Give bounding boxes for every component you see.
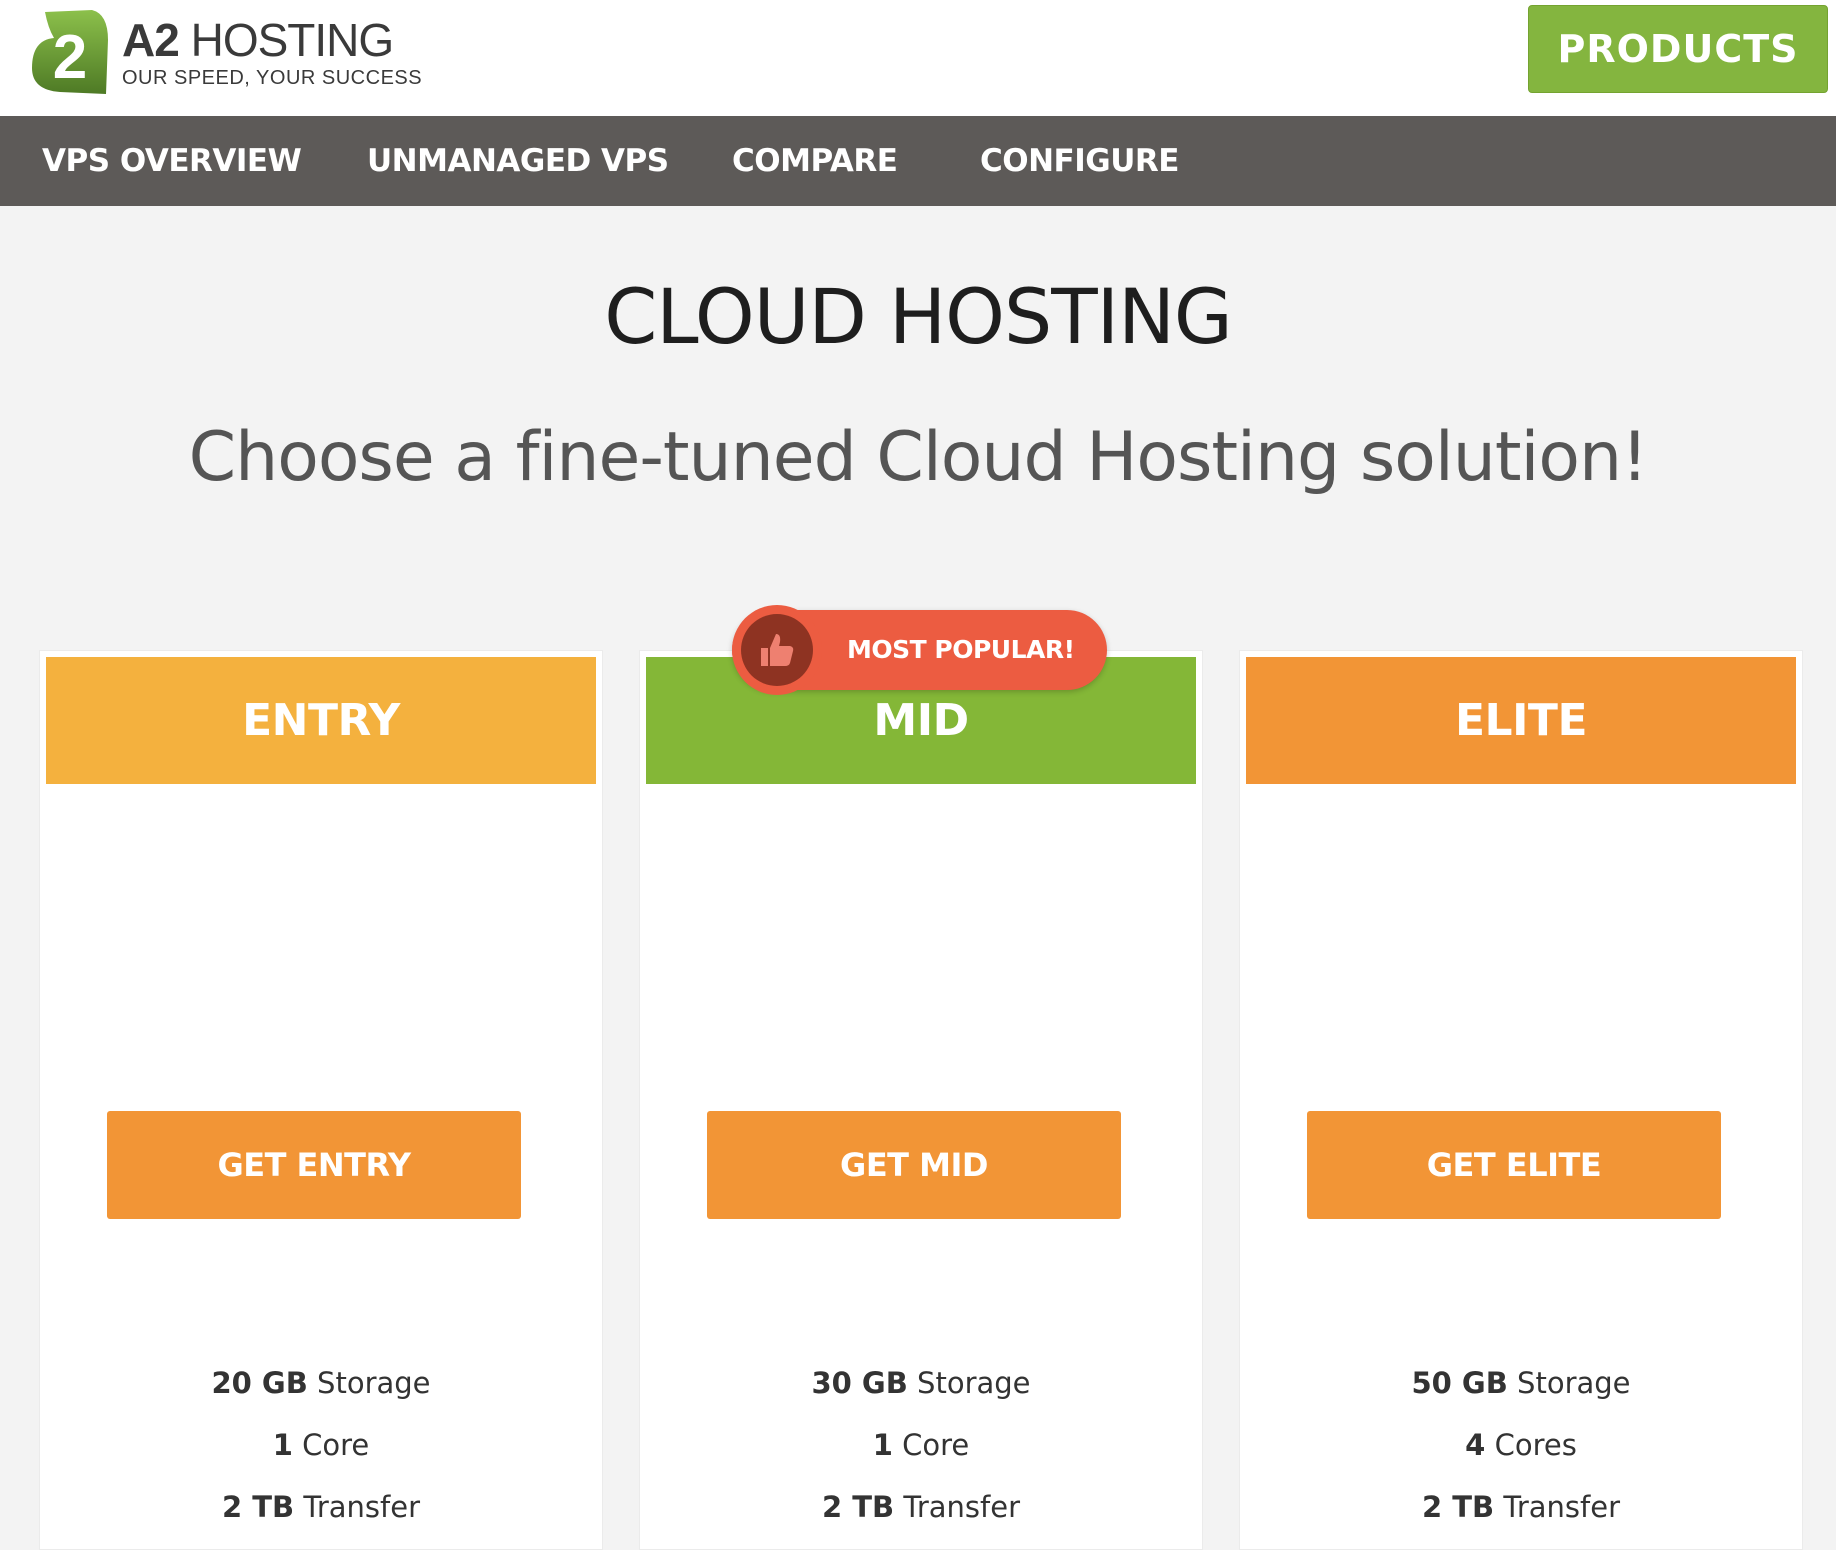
nav-unmanaged-vps[interactable]: UNMANAGED VPS [367,116,669,206]
plan-feature-storage: 30 GB Storage [811,1366,1031,1400]
plan-feature-transfer: 2 TB Transfer [1422,1490,1620,1524]
plan-feature-cores: 4 Cores [1465,1428,1577,1462]
plan-feature-storage: 50 GB Storage [1411,1366,1631,1400]
most-popular-badge: MOST POPULAR! [732,605,1107,695]
products-button[interactable]: PRODUCTS [1528,5,1828,93]
plan-feature-cores: 1 Core [872,1428,970,1462]
get-elite-button[interactable]: GET ELITE [1307,1111,1721,1219]
nav-vps-overview[interactable]: VPS OVERVIEW [42,116,302,206]
header: 2 A2 HOSTING OUR SPEED, YOUR SUCCESS PRO… [0,0,1836,116]
main-nav: VPS OVERVIEW UNMANAGED VPS COMPARE CONFI… [0,116,1836,206]
a2-logo-icon: 2 [32,10,108,94]
svg-text:2: 2 [53,23,87,92]
brand-tagline: OUR SPEED, YOUR SUCCESS [122,66,423,89]
thumbs-up-icon [761,634,794,666]
plan-card-mid: MID GET MID 30 GB Storage 1 Core 2 TB Tr… [639,650,1203,1550]
page-title: CLOUD HOSTING [604,272,1233,361]
plan-feature-transfer: 2 TB Transfer [822,1490,1020,1524]
plan-name: ELITE [1246,657,1796,784]
a2-hosting-logo[interactable]: 2 A2 HOSTING OUR SPEED, YOUR SUCCESS [30,10,422,96]
page-subtitle: Choose a fine-tuned Cloud Hosting soluti… [188,418,1649,497]
plan-feature-storage: 20 GB Storage [211,1366,431,1400]
get-entry-button[interactable]: GET ENTRY [107,1111,521,1219]
badge-label: MOST POPULAR! [847,635,1075,664]
brand-name: A2 HOSTING [122,13,394,66]
nav-configure[interactable]: CONFIGURE [980,116,1179,206]
nav-compare[interactable]: COMPARE [732,116,898,206]
plan-name: ENTRY [46,657,596,784]
plan-card-elite: ELITE GET ELITE 50 GB Storage 4 Cores 2 … [1239,650,1803,1550]
get-mid-button[interactable]: GET MID [707,1111,1121,1219]
plan-card-entry: ENTRY GET ENTRY 20 GB Storage 1 Core 2 T… [39,650,603,1550]
plan-feature-cores: 1 Core [272,1428,370,1462]
plan-feature-transfer: 2 TB Transfer [222,1490,420,1524]
